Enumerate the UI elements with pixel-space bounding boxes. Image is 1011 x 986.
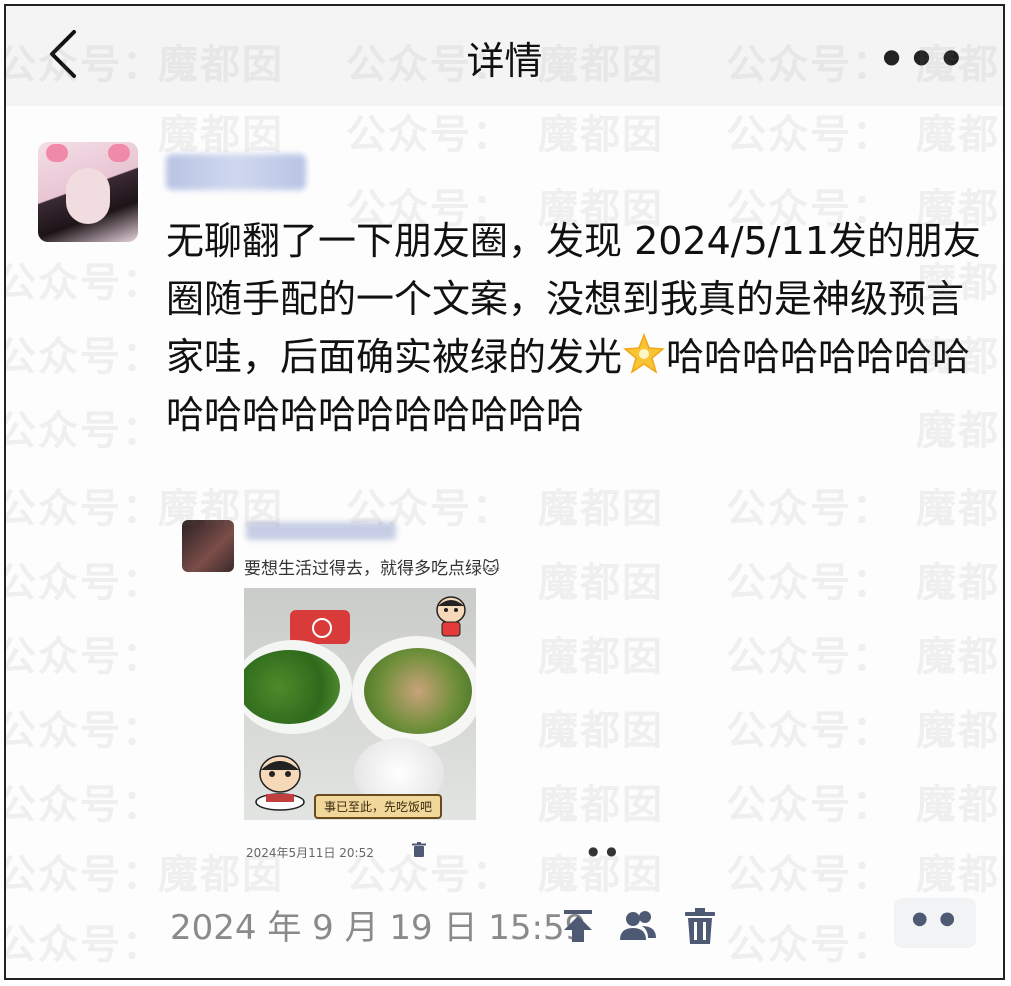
watermark-prefix: 公众号： [726, 782, 894, 828]
watermark-prefix: 公众号： [726, 112, 894, 158]
cartoon-character-icon [436, 596, 466, 637]
more-actions-button[interactable]: ● ● [894, 898, 976, 948]
watermark-text: 魔都囡 [538, 560, 664, 606]
watermark-text: 魔都囡 [158, 112, 284, 158]
glowing-star-icon [623, 332, 665, 374]
watermark-prefix: 公众号： [6, 334, 164, 380]
watermark-text: 魔都囡 [916, 486, 1003, 532]
top-navigation-bar: 详情 ● ● ● [6, 6, 1003, 106]
watermark-prefix: 公众号： [6, 922, 164, 968]
quoted-nickname-blurred [246, 522, 396, 540]
watermark-prefix: 公众号： [6, 782, 164, 828]
watermark-layer: 公众号： 魔都囡 公众号： 魔都囡 公众号： 魔都囡 魔都囡 公众号： 魔都囡 … [6, 6, 1003, 978]
pin-to-top-icon[interactable] [558, 906, 598, 946]
post-timestamp: 2024 年 9 月 19 日 15:59 [170, 908, 587, 948]
watermark-text: 魔都囡 [538, 112, 664, 158]
watermark-prefix: 公众号： [6, 560, 164, 606]
watermark-prefix: 公众号： [726, 560, 894, 606]
image-caption: 事已至此，先吃饭吧 [314, 794, 443, 819]
watermark-text: 魔都囡 [538, 782, 664, 828]
watermark-text: 魔都囡 [916, 852, 1003, 898]
watermark-prefix: 公众号： [346, 112, 514, 158]
watermark-text: 魔都囡 [538, 708, 664, 754]
watermark-prefix: 公众号： [6, 408, 164, 454]
quoted-more-icon: ● ● [588, 844, 619, 858]
more-actions-icon: ● ● [911, 908, 959, 929]
watermark-prefix: 公众号： [6, 260, 164, 306]
watermark-prefix: 公众号： [726, 486, 894, 532]
watermark-text: 魔都囡 [916, 782, 1003, 828]
watermark-prefix: 公众号： [726, 922, 894, 968]
quoted-post-body: 要想生活过得去，就得多吃点绿 [244, 559, 482, 579]
watermark-text: 魔都囡 [538, 634, 664, 680]
watermark-prefix: 公众号： [726, 852, 894, 898]
watermark-prefix: 公众号： [6, 708, 164, 754]
quoted-post-timestamp: 2024年5月11日 20:52 [246, 846, 374, 860]
quoted-post-text: 要想生活过得去，就得多吃点绿🐱 [244, 554, 500, 579]
watermark-prefix: 公众号： [726, 634, 894, 680]
mug [290, 610, 350, 644]
post-text: 无聊翻了一下朋友圈，发现 2024/5/11发的朋友圈随手配的一个文案，没想到我… [166, 212, 986, 444]
cartoon-character-icon [255, 755, 305, 811]
screenshot-frame: 详情 ● ● ● 无聊翻了一下朋友圈，发现 2024/5/11发的朋友圈随手配的… [4, 4, 1005, 980]
quoted-avatar [182, 520, 234, 572]
cat-icon: 🐱 [482, 559, 500, 579]
people-icon[interactable] [618, 906, 658, 946]
avatar[interactable] [38, 142, 138, 242]
watermark-text: 魔都囡 [916, 708, 1003, 754]
more-options-button[interactable]: ● ● ● [883, 44, 963, 68]
watermark-text: 魔都囡 [916, 112, 1003, 158]
watermark-text: 魔都囡 [916, 560, 1003, 606]
trash-icon[interactable] [680, 906, 720, 946]
trash-icon [412, 842, 426, 857]
watermark-prefix: 公众号： [6, 634, 164, 680]
page-title: 详情 [466, 39, 543, 83]
watermark-text: 魔都囡 [916, 634, 1003, 680]
watermark-prefix: 公众号： [6, 852, 164, 898]
quoted-post-image[interactable]: 事已至此，先吃饭吧 [244, 588, 476, 820]
watermark-prefix: 公众号： [726, 708, 894, 754]
watermark-text: 魔都囡 [538, 486, 664, 532]
nickname-blurred[interactable] [166, 154, 306, 190]
watermark-prefix: 公众号： [6, 486, 164, 532]
